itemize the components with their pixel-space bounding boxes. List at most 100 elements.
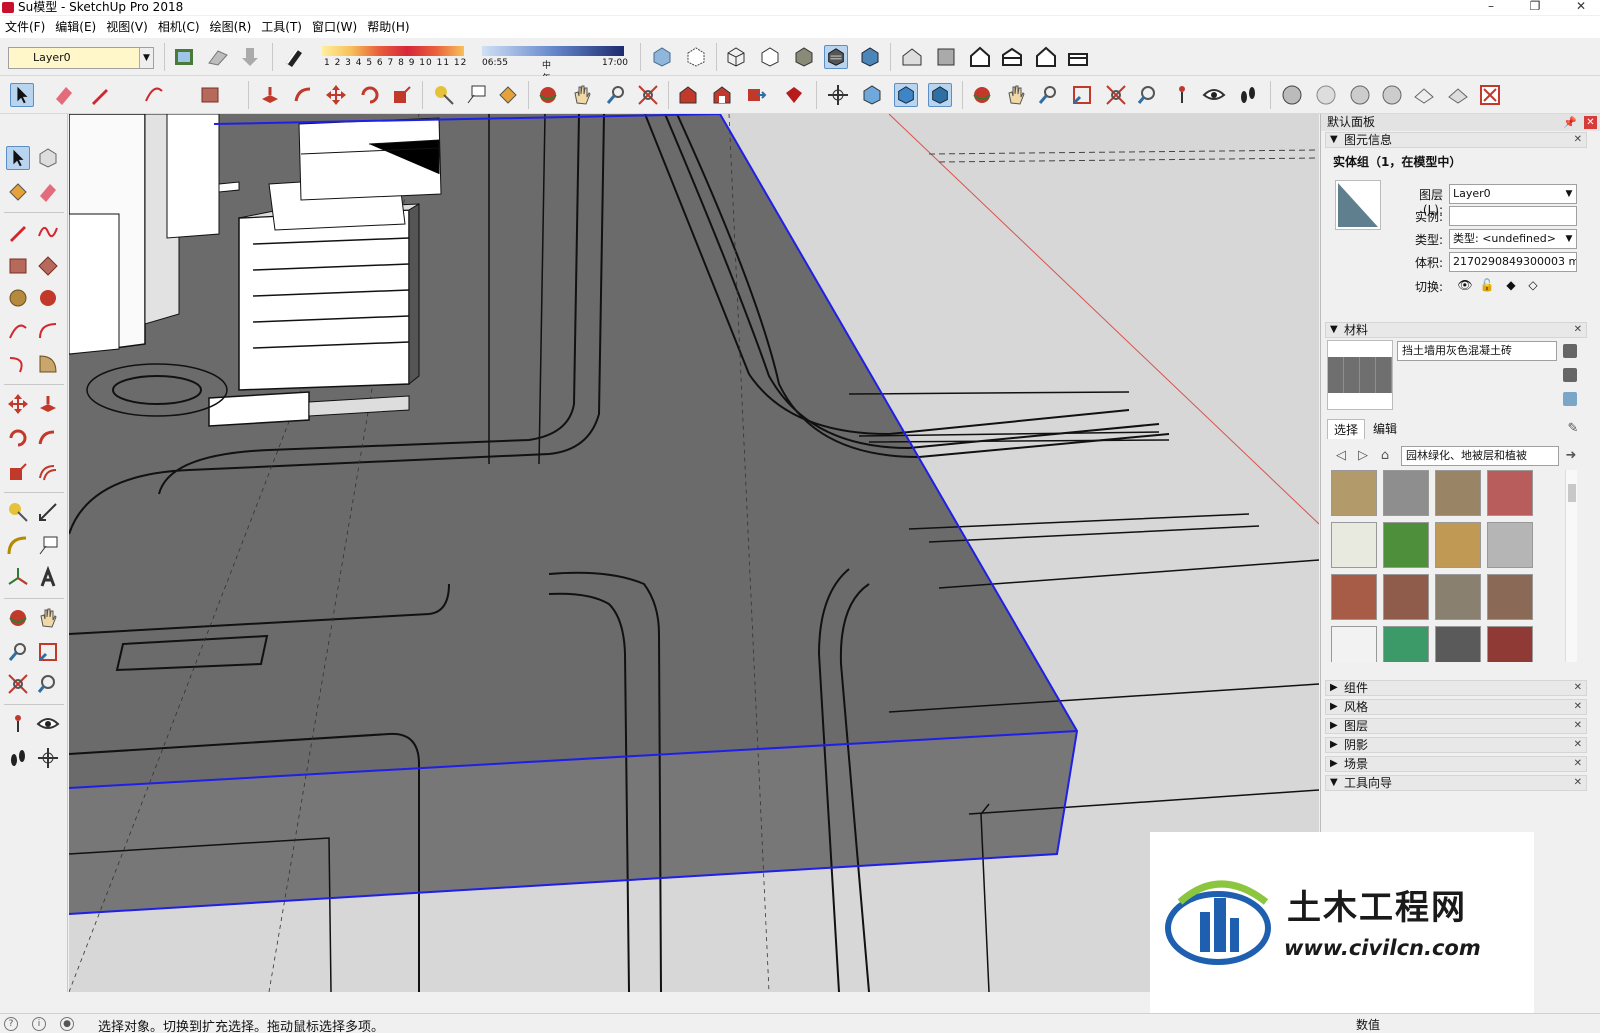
shadow-time-slider[interactable] (482, 46, 624, 56)
material-name-input[interactable]: 挡土墙用灰色混凝土砖 (1397, 341, 1557, 361)
tab-select[interactable]: 选择 (1327, 419, 1366, 439)
look-around-eye-icon[interactable] (36, 712, 60, 736)
maximize-button[interactable]: ❐ (1520, 0, 1550, 14)
chevron-down-icon[interactable]: ▼ (1562, 185, 1576, 203)
default-material-icon[interactable] (1563, 392, 1577, 406)
section-plane-icon[interactable] (206, 45, 230, 69)
layer-manager-icon[interactable] (172, 45, 196, 69)
forward-arrow-icon[interactable]: ▷ (1355, 448, 1371, 464)
zoom-extents-icon[interactable] (6, 672, 30, 696)
close-button[interactable]: ✕ (1566, 0, 1596, 14)
pan-hand-icon[interactable] (36, 606, 60, 630)
zoom-extents-icon-2[interactable] (1104, 83, 1128, 107)
material-swatch[interactable] (1383, 626, 1429, 662)
components-header[interactable]: ▶ 组件 ✕ (1325, 680, 1587, 696)
xray-style-icon[interactable] (650, 45, 674, 69)
zoom-icon[interactable] (6, 640, 30, 664)
arc-icon[interactable] (142, 83, 166, 107)
material-swatch[interactable] (1487, 470, 1533, 516)
shaded-icon[interactable] (792, 45, 816, 69)
home-icon[interactable]: ⌂ (1377, 448, 1393, 464)
line-pencil-icon[interactable] (6, 220, 30, 244)
material-swatch[interactable] (1331, 574, 1377, 620)
credits-info-icon[interactable]: i (32, 1017, 46, 1031)
layers-header[interactable]: ▶ 图层 ✕ (1325, 718, 1587, 734)
follow-me-icon[interactable] (292, 83, 316, 107)
menu-window[interactable]: 窗口(W) (311, 16, 366, 38)
iso-view-icon[interactable] (900, 45, 924, 69)
sandbox-flip-edge-icon[interactable] (1478, 83, 1502, 107)
instance-name-input[interactable] (1449, 206, 1577, 226)
paint-bucket-icon[interactable] (6, 180, 30, 204)
close-icon[interactable]: ✕ (1574, 757, 1582, 771)
swatch-scrollbar[interactable] (1565, 470, 1577, 662)
orbit-icon[interactable] (6, 606, 30, 630)
3d-text-icon[interactable] (36, 566, 60, 590)
select-arrow-icon[interactable] (10, 83, 34, 107)
back-arrow-icon[interactable]: ◁ (1333, 448, 1349, 464)
move-icon[interactable] (6, 392, 30, 416)
select-arrow-icon[interactable] (6, 146, 30, 170)
walk-footprints-icon[interactable] (1236, 83, 1260, 107)
axes-icon[interactable] (6, 566, 30, 590)
zoom-icon[interactable] (604, 83, 628, 107)
three-point-arc-icon[interactable] (6, 352, 30, 376)
sandbox-smoove-icon[interactable] (1348, 83, 1372, 107)
close-icon[interactable]: ✕ (1574, 681, 1582, 695)
styles-header[interactable]: ▶ 风格 ✕ (1325, 699, 1587, 715)
follow-me-icon[interactable] (36, 426, 60, 450)
scale-icon[interactable] (6, 460, 30, 484)
menu-file[interactable]: 文件(F) (4, 16, 54, 38)
shadow-toggle-icon[interactable] (282, 45, 306, 69)
zoom-extents-icon[interactable] (636, 83, 660, 107)
close-icon[interactable]: ✕ (1574, 738, 1582, 752)
material-swatch[interactable] (1331, 470, 1377, 516)
sandbox-from-scratch-icon[interactable] (1314, 83, 1338, 107)
sample-paint-icon[interactable]: ✎ (1565, 421, 1581, 437)
model-viewport[interactable] (69, 114, 1319, 992)
chevron-down-icon[interactable]: ▼ (139, 48, 153, 68)
extension-warehouse-icon[interactable] (782, 83, 806, 107)
axes-icon[interactable] (826, 83, 850, 107)
left-view-icon[interactable] (1066, 45, 1090, 69)
material-swatch[interactable] (1331, 626, 1377, 662)
material-swatch[interactable] (1383, 470, 1429, 516)
materials-header[interactable]: ▼ 材料 ✕ (1325, 322, 1587, 338)
visibility-eye-icon[interactable]: 👁 (1457, 278, 1473, 292)
eraser-icon[interactable] (52, 83, 76, 107)
scenes-header[interactable]: ▶ 场景 ✕ (1325, 756, 1587, 772)
paint-bucket-icon[interactable] (496, 83, 520, 107)
circle-icon[interactable] (6, 286, 30, 310)
shadows-header[interactable]: ▶ 阴影 ✕ (1325, 737, 1587, 753)
look-around-eye-icon[interactable] (1202, 83, 1226, 107)
text-tool-icon[interactable] (36, 534, 60, 558)
tab-edit[interactable]: 编辑 (1367, 419, 1403, 439)
close-icon[interactable]: ✕ (1574, 323, 1582, 337)
share-model-icon[interactable] (710, 83, 734, 107)
scale-icon[interactable] (390, 83, 414, 107)
position-camera-icon[interactable] (1170, 83, 1194, 107)
arc-icon[interactable] (6, 320, 30, 344)
warehouse-icon[interactable] (676, 83, 700, 107)
tape-measure-icon[interactable] (6, 500, 30, 524)
rotate-icon[interactable] (358, 83, 382, 107)
menu-camera[interactable]: 相机(C) (157, 16, 209, 38)
hidden-line-icon[interactable] (758, 45, 782, 69)
dimension-icon[interactable] (36, 500, 60, 524)
section-cuts-icon[interactable] (894, 83, 918, 107)
menu-view[interactable]: 视图(V) (105, 16, 157, 38)
instructor-header[interactable]: ▼ 工具向导 ✕ (1325, 775, 1587, 791)
pie-icon[interactable] (36, 352, 60, 376)
close-icon[interactable]: ✕ (1584, 116, 1597, 129)
orbit-icon[interactable] (536, 83, 560, 107)
entity-layer-select[interactable]: Layer0 ▼ (1449, 184, 1577, 204)
import-icon[interactable] (238, 45, 262, 69)
sandbox-from-contours-icon[interactable] (1280, 83, 1304, 107)
material-swatch[interactable] (1487, 626, 1533, 662)
walk-footprints-icon[interactable] (6, 746, 30, 770)
section-plane-icon[interactable] (36, 746, 60, 770)
right-view-icon[interactable] (1000, 45, 1024, 69)
zoom-icon-2[interactable] (1036, 83, 1060, 107)
menu-draw[interactable]: 绘图(R) (209, 16, 261, 38)
push-pull-icon[interactable] (258, 83, 282, 107)
